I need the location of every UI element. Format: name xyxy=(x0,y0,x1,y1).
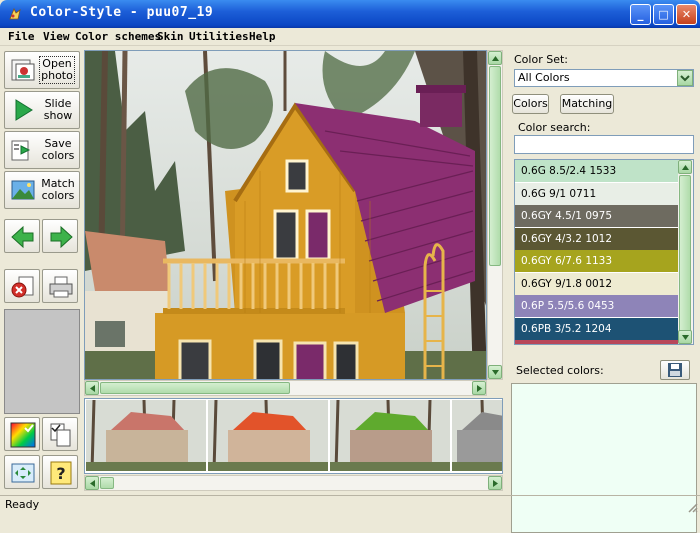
floppy-icon xyxy=(668,363,682,377)
color-list-item[interactable]: 0.6G 8.5/2.4 1533 xyxy=(515,160,678,182)
close-button[interactable]: ✕ xyxy=(676,4,697,25)
horizontal-scroll-thumb[interactable] xyxy=(100,382,290,394)
match-colors-icon xyxy=(11,180,35,200)
next-photo-button[interactable] xyxy=(42,219,78,253)
status-text: Ready xyxy=(5,498,40,511)
palette-icon xyxy=(10,422,36,448)
thumbnail[interactable] xyxy=(452,400,502,471)
photo-vertical-scrollbar[interactable] xyxy=(487,50,503,380)
menu-skin[interactable]: Skin xyxy=(157,30,184,43)
color-list-item[interactable]: 0.6GY 4.5/1 0975 xyxy=(515,205,678,227)
app-icon xyxy=(9,8,21,20)
menu-help[interactable]: Help xyxy=(249,30,276,43)
match-colors-label: Match colors xyxy=(41,177,75,202)
copy-button[interactable] xyxy=(42,417,78,451)
menu-utilities[interactable]: Utilities xyxy=(189,30,249,43)
play-icon xyxy=(15,99,33,121)
photo-view[interactable] xyxy=(84,50,487,380)
menu-bar: File View Color schemes Skin Utilities H… xyxy=(0,28,700,46)
list-scroll-thumb[interactable] xyxy=(679,175,691,335)
color-list-item[interactable]: 0.6PB 3/5.2 1204 xyxy=(515,317,678,340)
color-list: 0.6G 8.5/2.4 1533 0.6G 9/1 0711 0.6GY 4.5/… xyxy=(514,159,694,345)
color-list-item[interactable]: 0.6GY 9/1.8 0012 xyxy=(515,272,678,295)
status-bar: Ready xyxy=(0,495,700,515)
open-photo-icon xyxy=(11,59,35,81)
open-photo-label: Open photo xyxy=(39,56,75,84)
color-list-item[interactable]: 0.6GY 6/7.6 1133 xyxy=(515,250,678,272)
colors-tab[interactable]: Colors xyxy=(512,94,549,114)
color-search-label: Color search: xyxy=(518,121,591,134)
scroll-down-button[interactable] xyxy=(488,365,502,379)
color-palette-button[interactable] xyxy=(4,417,40,451)
thumbnail-scroll-thumb[interactable] xyxy=(100,477,114,489)
save-colors-label: Save colors xyxy=(41,137,75,162)
help-glyph: ? xyxy=(56,464,65,483)
maximize-button[interactable]: □ xyxy=(653,4,674,25)
color-set-label: Color Set: xyxy=(514,53,568,66)
slide-show-button[interactable]: Slide show xyxy=(4,91,80,129)
help-button[interactable]: ? xyxy=(42,455,78,489)
window-title: Color-Style - puu07_19 xyxy=(30,5,214,20)
matching-tab[interactable]: Matching xyxy=(560,94,614,114)
menu-file[interactable]: File xyxy=(8,30,35,43)
minimize-button[interactable]: _ xyxy=(630,4,651,25)
photo-horizontal-scrollbar[interactable] xyxy=(84,380,487,396)
color-search-input[interactable] xyxy=(514,135,694,154)
fit-arrows-icon xyxy=(11,463,35,483)
scroll-up-button[interactable] xyxy=(488,51,502,65)
menu-color-schemes[interactable]: Color schemes xyxy=(75,30,161,43)
house-photo xyxy=(85,51,486,379)
save-colors-icon xyxy=(11,140,31,161)
color-list-item[interactable]: 0.6R 4/5.6 1676 xyxy=(515,340,678,344)
selected-colors-label: Selected colors: xyxy=(516,364,604,377)
print-button[interactable] xyxy=(42,269,78,303)
scroll-left-button[interactable] xyxy=(85,381,99,395)
thumbnail[interactable] xyxy=(86,400,206,471)
thumbnail[interactable] xyxy=(208,400,328,471)
menu-view[interactable]: View xyxy=(43,30,70,43)
slide-show-label: Slide show xyxy=(43,97,73,122)
help-icon: ? xyxy=(50,461,72,485)
thumbnail[interactable] xyxy=(330,400,450,471)
save-colors-button[interactable]: Save colors xyxy=(4,131,80,169)
arrow-left-icon xyxy=(11,225,34,249)
thumbnail-scrollbar[interactable] xyxy=(84,475,503,491)
match-colors-button[interactable]: Match colors xyxy=(4,171,80,209)
copy-pages-icon xyxy=(50,423,71,447)
fit-image-button[interactable] xyxy=(4,455,40,489)
color-set-dropdown[interactable]: All Colors xyxy=(514,69,694,87)
save-selected-button[interactable] xyxy=(660,360,690,380)
color-list-item[interactable]: 0.6G 9/1 0711 xyxy=(515,182,678,205)
arrow-right-icon xyxy=(50,225,73,249)
color-preview-panel xyxy=(4,309,80,414)
dropdown-arrow-icon[interactable] xyxy=(677,70,693,86)
color-panel: Color Set: All Colors Colors Matching Co… xyxy=(508,47,700,533)
thumbnail-scroll-left[interactable] xyxy=(85,476,99,490)
resize-grip-icon[interactable] xyxy=(686,501,698,513)
left-toolbar: Open photo Slide show Save colors Match … xyxy=(0,47,82,495)
title-bar: Color-Style - puu07_19 _ □ ✕ xyxy=(0,0,700,28)
delete-icon xyxy=(11,276,34,298)
list-scroll-down[interactable] xyxy=(678,330,692,344)
previous-photo-button[interactable] xyxy=(4,219,40,253)
printer-icon xyxy=(49,276,73,298)
vertical-scroll-thumb[interactable] xyxy=(489,66,501,266)
thumbnail-scroll-right[interactable] xyxy=(488,476,502,490)
list-scroll-up[interactable] xyxy=(678,160,692,174)
color-list-scrollbar[interactable] xyxy=(678,160,693,344)
color-list-item[interactable]: 0.6GY 4/3.2 1012 xyxy=(515,227,678,250)
delete-button[interactable] xyxy=(4,269,40,303)
thumbnail-strip xyxy=(84,398,503,474)
color-set-value: All Colors xyxy=(518,71,570,84)
color-list-item[interactable]: 0.6P 5.5/5.6 0453 xyxy=(515,295,678,317)
scroll-right-button[interactable] xyxy=(472,381,486,395)
open-photo-button[interactable]: Open photo xyxy=(4,51,80,89)
